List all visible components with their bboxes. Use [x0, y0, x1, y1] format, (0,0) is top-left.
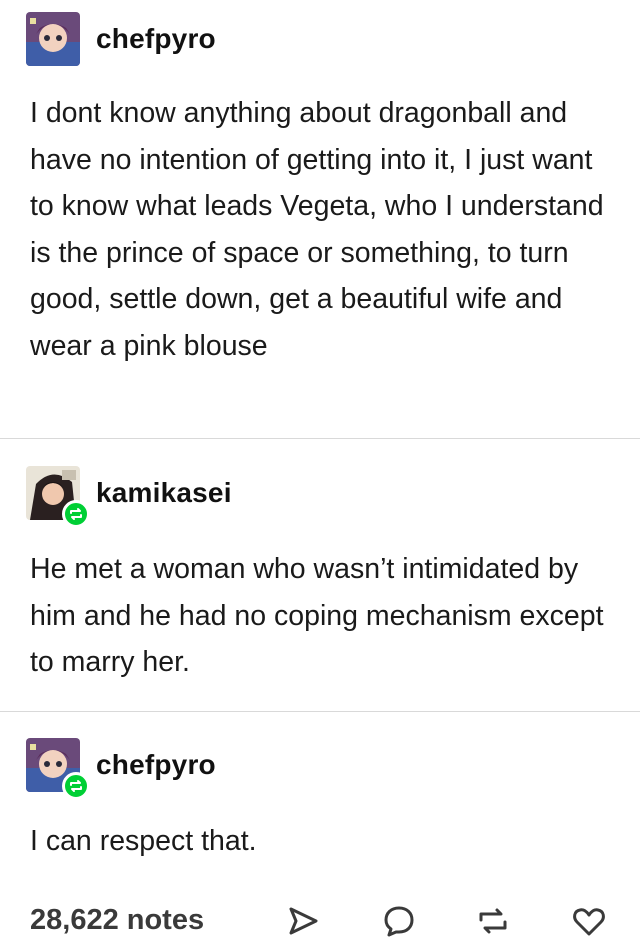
avatar[interactable]: [26, 466, 90, 528]
reblog-icon: [70, 508, 82, 520]
reblog-badge: [62, 500, 90, 528]
post-body: I can respect that.: [30, 825, 257, 857]
share-icon[interactable]: [286, 904, 320, 938]
avatar-image: [26, 12, 80, 66]
reblog-badge: [62, 772, 90, 800]
heart-icon[interactable]: [572, 904, 606, 938]
reblog-icon[interactable]: [476, 904, 510, 938]
reply-icon[interactable]: [382, 904, 416, 938]
reblog-icon: [70, 780, 82, 792]
username[interactable]: kamikasei: [96, 477, 232, 509]
avatar[interactable]: [26, 738, 90, 800]
divider: [0, 711, 640, 712]
avatar[interactable]: [26, 12, 80, 66]
post-footer: 28,622 notes: [0, 898, 640, 948]
post-body: I dont know anything about dragonball an…: [30, 97, 604, 362]
post-header: kamikasei: [26, 466, 232, 528]
post-body: He met a woman who wasn’t intimidated by…: [30, 553, 604, 678]
notes-count[interactable]: 28,622 notes: [30, 904, 204, 937]
username[interactable]: chefpyro: [96, 23, 216, 55]
post-header: chefpyro: [26, 12, 216, 66]
divider: [0, 438, 640, 439]
post-header: chefpyro: [26, 738, 216, 800]
username[interactable]: chefpyro: [96, 749, 216, 781]
